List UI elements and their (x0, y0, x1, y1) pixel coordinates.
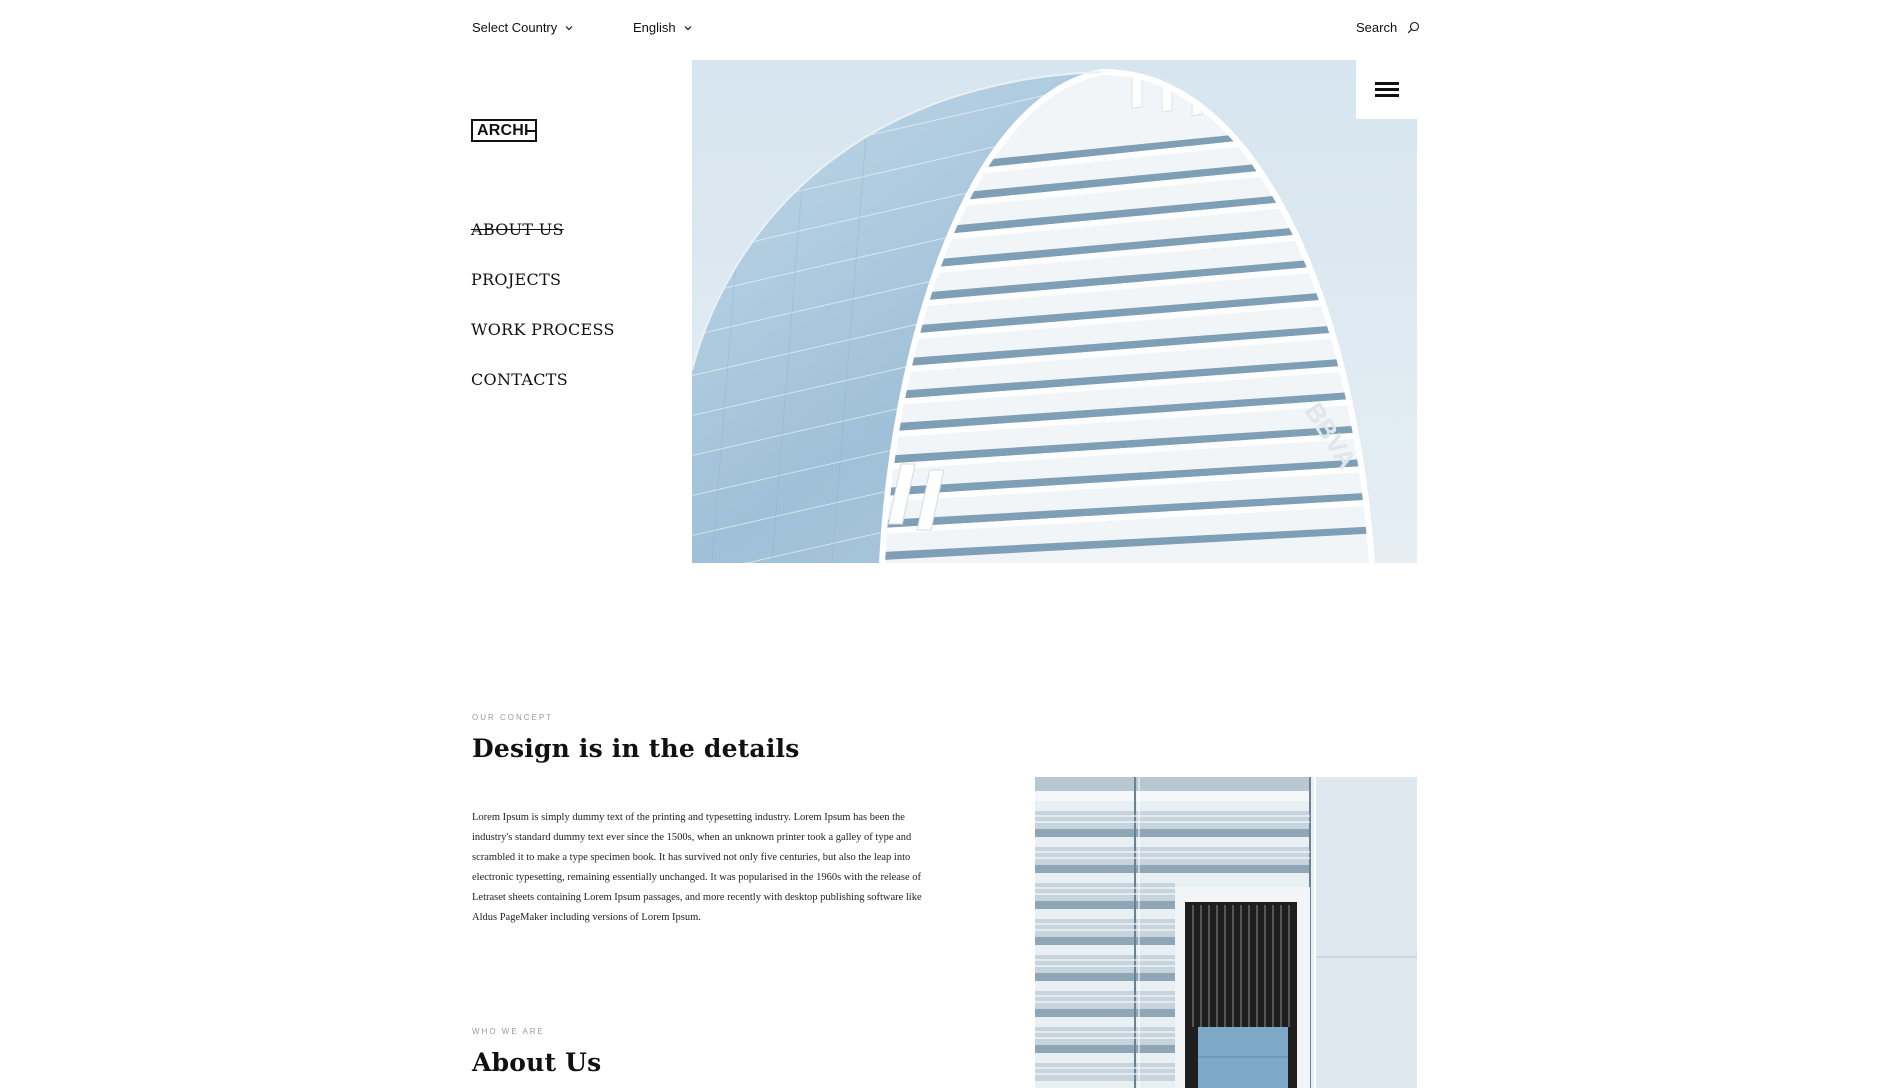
nav-item-work-process[interactable]: WORK PROCESS (471, 320, 615, 370)
logo-dash (527, 130, 537, 132)
search-button[interactable]: Search (1356, 20, 1420, 35)
concept-body: Lorem Ipsum is simply dummy text of the … (472, 811, 922, 923)
logo-text: ARCHI (477, 122, 529, 139)
detail-building-illustration (1035, 777, 1417, 1088)
nav-item-projects[interactable]: PROJECTS (471, 270, 615, 320)
page: Select Country English Search ARCHI ABOU… (0, 0, 1880, 1088)
chevron-down-icon (565, 25, 573, 30)
chevron-down-icon (684, 25, 692, 30)
about-eyebrow: WHO WE ARE (472, 1027, 545, 1036)
country-select-label: Select Country (472, 20, 558, 35)
menu-button[interactable] (1356, 60, 1417, 119)
about-title: About Us (472, 1048, 602, 1077)
nav-item-about-us[interactable]: ABOUT US (471, 220, 615, 270)
search-icon (1407, 21, 1420, 34)
concept-eyebrow: OUR CONCEPT (472, 713, 554, 722)
nav-item-contacts[interactable]: CONTACTS (471, 370, 615, 420)
hero-building-illustration: BBVA (692, 60, 1417, 563)
search-label: Search (1356, 20, 1398, 35)
main-nav: ABOUT US PROJECTS WORK PROCESS CONTACTS (471, 220, 615, 420)
concept-title: Design is in the details (472, 734, 800, 763)
hero-image: BBVA (692, 60, 1417, 563)
detail-image (1035, 777, 1417, 1088)
language-select-label: English (633, 20, 676, 35)
logo[interactable]: ARCHI (471, 119, 537, 142)
country-select[interactable]: Select Country (472, 20, 573, 35)
hamburger-menu-icon (1374, 81, 1399, 98)
top-bar: Select Country English Search (0, 0, 1880, 60)
language-select[interactable]: English (633, 20, 692, 35)
